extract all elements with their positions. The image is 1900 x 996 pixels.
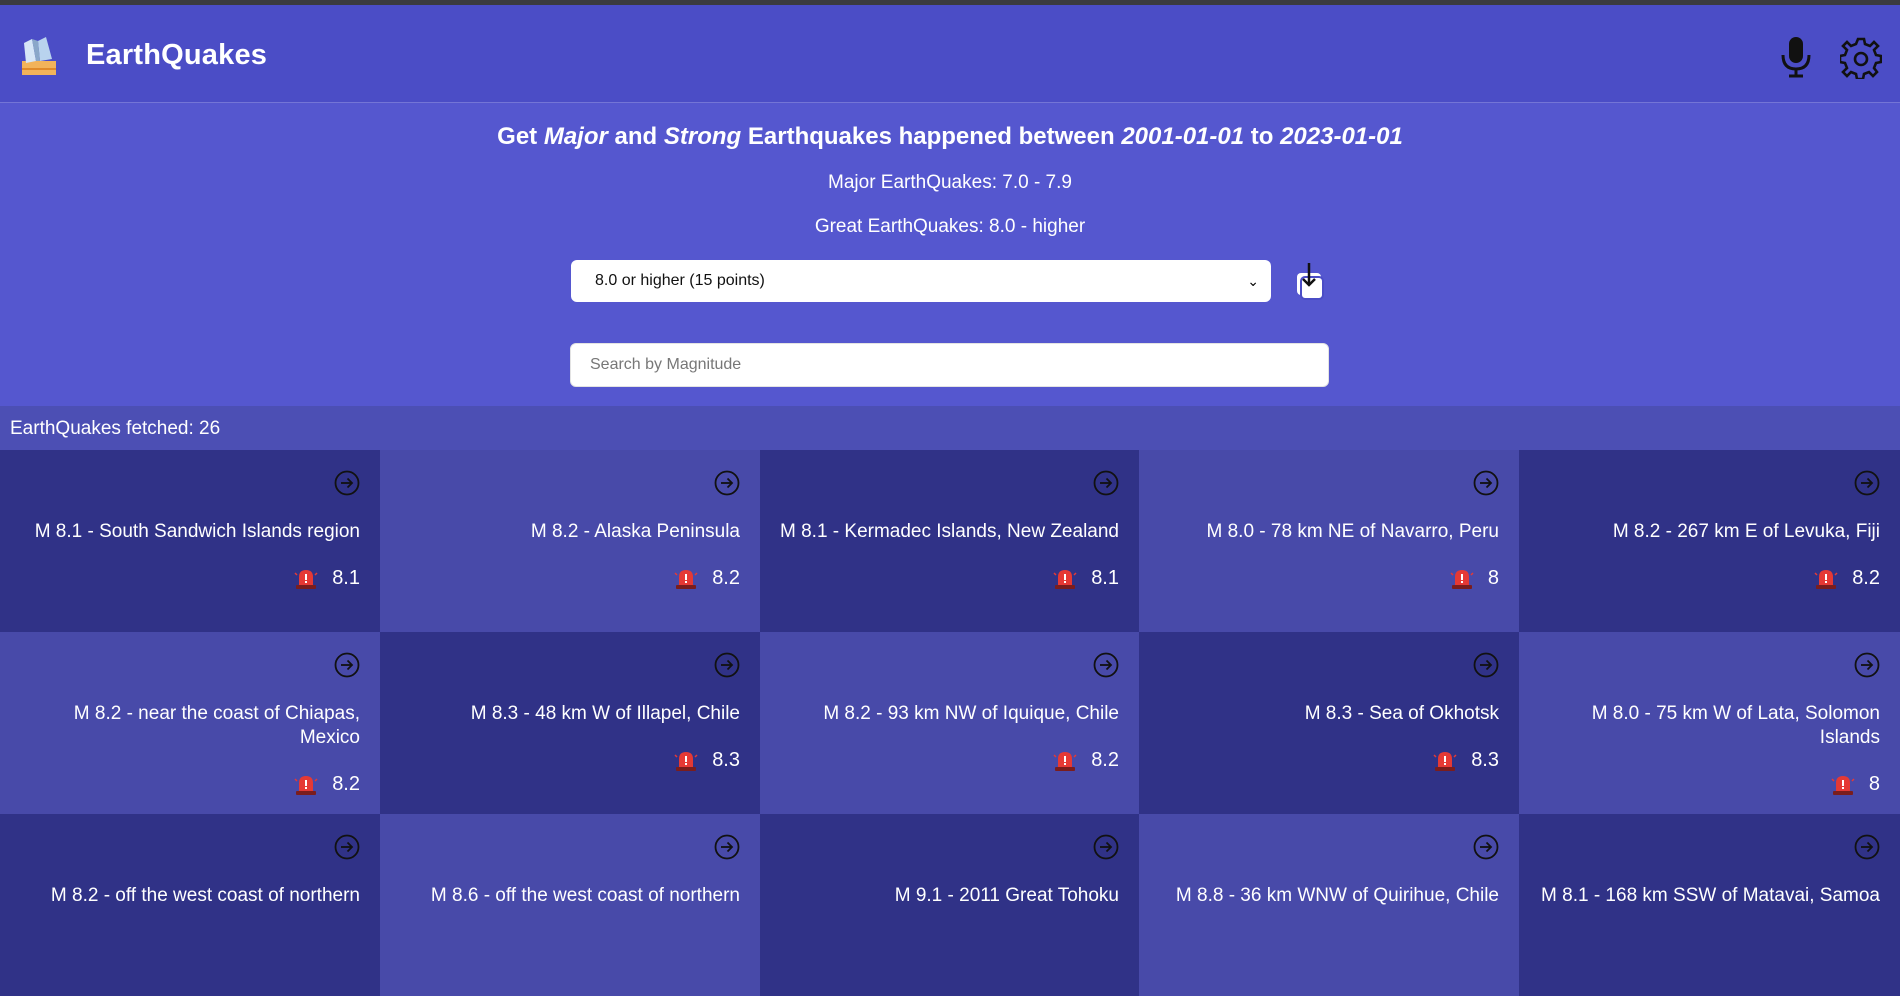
arrow-right-circle-icon[interactable] [714,652,740,678]
earthquake-place: M 9.1 - 2011 Great Tohoku [894,885,1119,906]
magnitude-value: 8.2 [332,772,360,795]
arrow-right-circle-icon[interactable] [1854,652,1880,678]
magnitude-value: 8 [1868,772,1880,795]
earthquake-card[interactable]: M 8.2 - 93 km NW of Iquique, Chile 8.2 [760,632,1139,814]
earthquake-card[interactable]: M 8.2 - Alaska Peninsula 8.2 [380,450,760,632]
earthquake-place: M 8.1 - Kermadec Islands, New Zealand [780,521,1119,542]
download-icon[interactable] [1294,261,1326,301]
search-input[interactable]: Search by Magnitude [570,343,1329,387]
app-logo-icon[interactable] [18,35,60,77]
earthquake-card[interactable]: M 8.6 - off the west coast of northern [380,814,760,996]
arrow-right-circle-icon[interactable] [1093,834,1119,860]
siren-alert-icon [1053,752,1077,771]
arrow-right-circle-icon[interactable] [334,834,360,860]
arrow-right-circle-icon[interactable] [1854,834,1880,860]
siren-alert-icon [674,570,698,589]
magnitude-badge: 8.1 [294,566,360,590]
earthquake-card[interactable]: M 9.1 - 2011 Great Tohoku [760,814,1139,996]
siren-alert-icon [294,570,318,589]
great-range-text: Great EarthQuakes: 8.0 - higher [814,216,1086,237]
earthquake-place: M 8.3 - Sea of Okhotsk [1304,703,1499,724]
siren-alert-icon [674,752,698,771]
siren-alert-icon [294,776,318,795]
magnitude-badge: 8 [1831,772,1880,796]
gear-icon[interactable] [1840,37,1882,79]
siren-alert-icon [1831,776,1855,795]
page-headline: Get Major and Strong Earthquakes happene… [497,123,1403,150]
earthquake-place: M 8.1 - 168 km SSW of Matavai, Samoa [1541,885,1880,906]
magnitude-badge: 8.3 [674,748,740,772]
earthquake-card[interactable]: M 8.0 - 75 km W of Lata, Solomon Islands… [1519,632,1900,814]
arrow-right-circle-icon[interactable] [1473,652,1499,678]
earthquake-grid: M 8.1 - South Sandwich Islands region 8.1… [0,450,1900,996]
earthquake-card[interactable]: M 8.0 - 78 km NE of Navarro, Peru 8 [1139,450,1519,632]
arrow-right-circle-icon[interactable] [1473,834,1499,860]
earthquake-card[interactable]: M 8.3 - Sea of Okhotsk 8.3 [1139,632,1519,814]
earthquake-card[interactable]: M 8.3 - 48 km W of Illapel, Chile 8.3 [380,632,760,814]
earthquake-place: M 8.2 - off the west coast of northern [50,885,360,906]
earthquake-card[interactable]: M 8.2 - near the coast of Chiapas, Mexic… [0,632,380,814]
earthquake-place: M 8.2 - Alaska Peninsula [530,521,740,542]
arrow-right-circle-icon[interactable] [334,470,360,496]
magnitude-badge: 8.2 [294,772,360,796]
magnitude-badge: 8.2 [1814,566,1880,590]
earthquake-card[interactable]: M 8.1 - South Sandwich Islands region 8.1 [0,450,380,632]
earthquake-place: M 8.0 - 78 km NE of Navarro, Peru [1206,521,1500,542]
siren-alert-icon [1433,752,1457,771]
magnitude-badge: 8 [1450,566,1499,590]
microphone-icon[interactable] [1778,35,1814,79]
magnitude-value: 8.1 [1091,566,1119,589]
earthquake-card[interactable]: M 8.1 - Kermadec Islands, New Zealand 8.1 [760,450,1139,632]
earthquake-place: M 8.2 - near the coast of Chiapas, Mexic… [73,703,360,748]
arrow-right-circle-icon[interactable] [334,652,360,678]
siren-alert-icon [1053,570,1077,589]
major-range-text: Major EarthQuakes: 7.0 - 7.9 [828,172,1072,193]
earthquake-place: M 8.0 - 75 km W of Lata, Solomon Islands [1591,703,1880,748]
earthquake-card[interactable]: M 8.2 - off the west coast of northern [0,814,380,996]
arrow-right-circle-icon[interactable] [1473,470,1499,496]
earthquake-place: M 8.6 - off the west coast of northern [430,885,740,906]
magnitude-value: 8 [1487,566,1499,589]
earthquake-place: M 8.2 - 93 km NW of Iquique, Chile [823,703,1119,724]
arrow-right-circle-icon[interactable] [1093,652,1119,678]
earthquake-place: M 8.3 - 48 km W of Illapel, Chile [470,703,740,724]
magnitude-value: 8.2 [1852,566,1880,589]
earthquake-card[interactable]: M 8.8 - 36 km WNW of Quirihue, Chile [1139,814,1519,996]
magnitude-badge: 8.1 [1053,566,1119,590]
navbar: EarthQuakes [0,5,1900,103]
magnitude-value: 8.2 [1091,748,1119,771]
magnitude-value: 8.2 [712,566,740,589]
earthquake-place: M 8.1 - South Sandwich Islands region [34,521,360,542]
app-title: EarthQuakes [86,39,268,71]
magnitude-value: 8.3 [712,748,740,771]
earthquake-card[interactable]: M 8.2 - 267 km E of Levuka, Fiji 8.2 [1519,450,1900,632]
siren-alert-icon [1450,570,1474,589]
magnitude-select[interactable]: 8.0 or higher (15 points) ⌄ [571,260,1271,302]
earthquake-place: M 8.8 - 36 km WNW of Quirihue, Chile [1175,885,1499,906]
arrow-right-circle-icon[interactable] [1093,470,1119,496]
arrow-right-circle-icon[interactable] [714,470,740,496]
chevron-down-icon: ⌄ [1247,273,1259,289]
magnitude-select-value: 8.0 or higher (15 points) [595,272,765,289]
magnitude-badge: 8.2 [1053,748,1119,772]
fetched-count: EarthQuakes fetched: 26 [0,406,1900,450]
arrow-right-circle-icon[interactable] [1854,470,1880,496]
earthquake-place: M 8.2 - 267 km E of Levuka, Fiji [1612,521,1880,542]
hero-section: Get Major and Strong Earthquakes happene… [0,103,1900,406]
magnitude-value: 8.1 [332,566,360,589]
magnitude-value: 8.3 [1471,748,1499,771]
siren-alert-icon [1814,570,1838,589]
magnitude-badge: 8.2 [674,566,740,590]
magnitude-badge: 8.3 [1433,748,1499,772]
earthquake-card[interactable]: M 8.1 - 168 km SSW of Matavai, Samoa [1519,814,1900,996]
arrow-right-circle-icon[interactable] [714,834,740,860]
